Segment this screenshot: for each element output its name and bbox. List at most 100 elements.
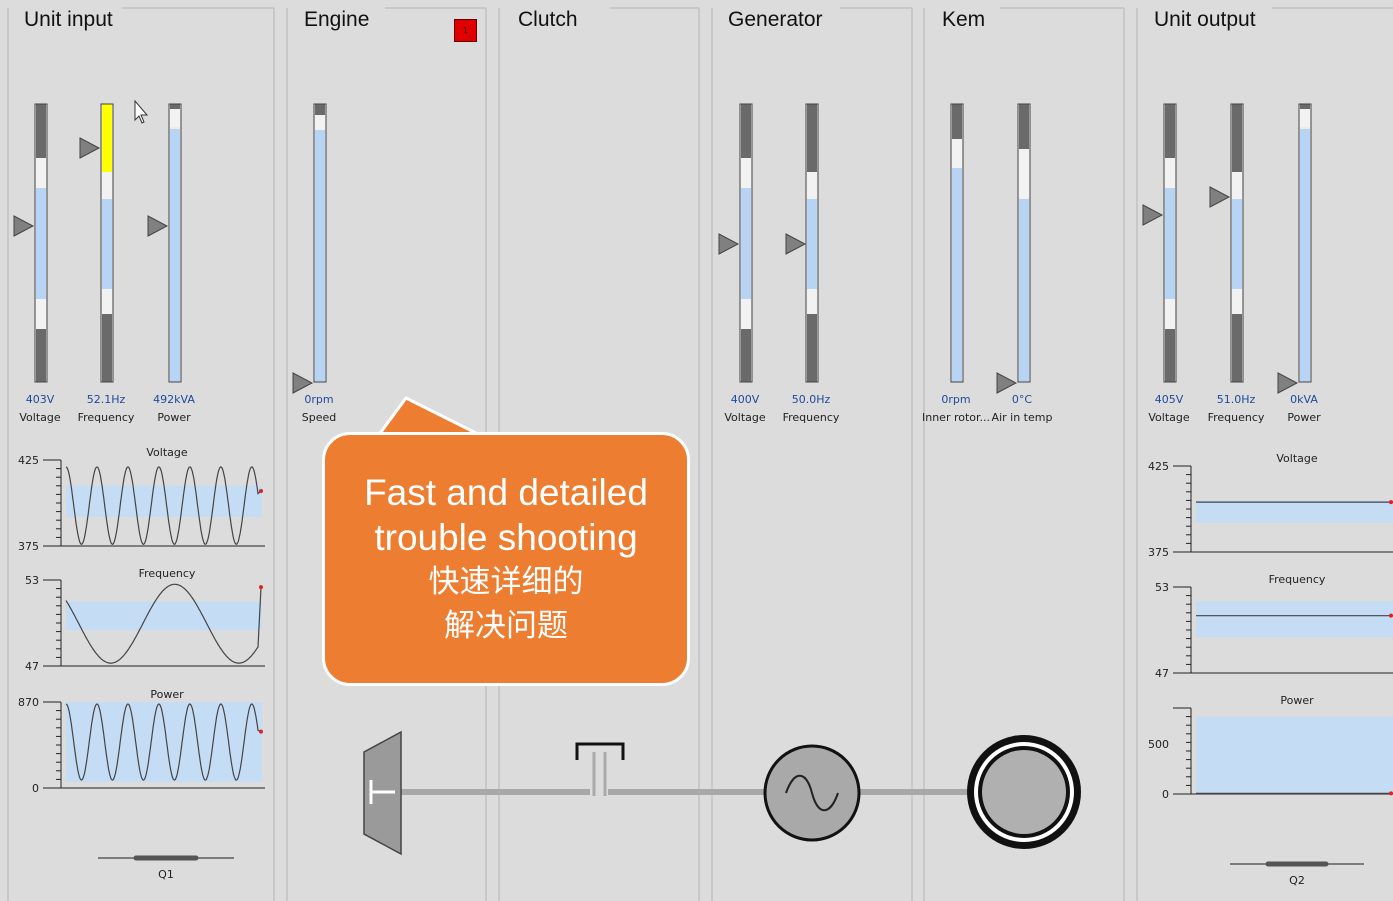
tick-label: 47 <box>25 660 39 673</box>
callout-line-4: 解决问题 <box>444 608 568 644</box>
gauge-zone <box>315 115 325 130</box>
gauge-zone <box>807 314 817 382</box>
current-value-marker <box>259 729 263 734</box>
bar-gauge-frequency <box>785 103 819 383</box>
panel-title-kem: Kem <box>942 8 985 31</box>
gauge-label: Speed <box>302 411 336 424</box>
bar-gauge-speed <box>292 103 327 394</box>
setpoint-marker-icon <box>292 372 314 394</box>
panel-title-generator: Generator <box>728 8 823 31</box>
panel-title-engine: Engine <box>304 8 369 31</box>
gauge-zone <box>741 299 751 329</box>
bar-gauge-power <box>147 103 182 383</box>
gauge-zone <box>807 172 817 199</box>
bar-gauge-frequency <box>79 103 114 383</box>
gauge-value: 400V <box>731 393 760 406</box>
tolerance-band <box>66 601 262 631</box>
current-value-marker <box>1389 791 1393 796</box>
gauge-zone <box>952 104 962 139</box>
callout-tail <box>376 396 484 438</box>
callout-line-3: 快速详细的 <box>428 564 584 600</box>
tick-label: 425 <box>1148 460 1169 473</box>
gauge-value: 0rpm <box>941 393 970 406</box>
gauge-zone <box>1232 314 1242 382</box>
gauge-label: Inner rotor... <box>922 411 990 424</box>
gauge-fill <box>1300 129 1310 382</box>
breaker-q1[interactable]: Q1 <box>98 855 234 881</box>
gauges <box>13 103 1312 394</box>
gauge-captions: 403V Voltage 52.1Hz Frequency 492kVA Pow… <box>19 393 1321 424</box>
gauge-label: Power <box>157 411 191 424</box>
gauge-zone <box>807 289 817 314</box>
setpoint-marker-icon <box>147 215 169 237</box>
gauge-zone <box>807 104 817 172</box>
clutch-symbol-icon[interactable] <box>575 742 625 796</box>
gauge-value: 50.0Hz <box>792 393 831 406</box>
current-value-marker <box>1389 613 1393 618</box>
trend-chart-power <box>43 701 265 789</box>
trend-chart-frequency <box>1173 586 1393 674</box>
chart-title: Frequency <box>139 567 196 580</box>
gauge-zone <box>1165 104 1175 158</box>
gauge-value: 0°C <box>1012 393 1032 406</box>
kem-motor-symbol-icon[interactable] <box>967 735 1081 849</box>
setpoint-marker-icon <box>13 215 35 237</box>
setpoint-marker-icon <box>1142 204 1164 226</box>
breaker-label: Q1 <box>158 868 174 881</box>
panel-title-unit-input: Unit input <box>24 8 113 31</box>
gauge-value: 51.0Hz <box>1217 393 1256 406</box>
bar-gauge-voltage <box>13 103 48 383</box>
bar-gauge-air-in-temp <box>996 103 1031 394</box>
tick-label: 425 <box>18 454 39 467</box>
gauge-zone <box>741 329 751 382</box>
generator-symbol-icon[interactable] <box>763 744 861 842</box>
bar-gauge-voltage <box>1142 103 1177 383</box>
setpoint-marker-icon <box>79 137 101 159</box>
gauge-zone <box>1165 299 1175 329</box>
gauge-zone <box>741 104 751 158</box>
tick-label: 375 <box>1148 546 1169 559</box>
gauge-fill <box>170 129 180 382</box>
gauge-zone <box>1019 104 1029 149</box>
gauge-label: Voltage <box>19 411 60 424</box>
bar-gauge-voltage <box>718 103 753 383</box>
gauge-zone <box>1232 289 1242 314</box>
chart-title: Voltage <box>1276 452 1317 465</box>
tolerance-band <box>1196 716 1393 793</box>
trend-chart-power <box>1173 707 1393 796</box>
breaker-q2[interactable]: Q2 <box>1230 861 1364 887</box>
current-value-marker <box>1389 500 1393 505</box>
gauge-zone <box>102 314 112 382</box>
chart-title: Power <box>1280 694 1314 707</box>
tick-label: 375 <box>18 540 39 553</box>
gauge-label: Air in temp <box>992 411 1053 424</box>
gauge-label: Voltage <box>724 411 765 424</box>
gauge-zone <box>1232 104 1242 172</box>
engine-symbol-icon[interactable] <box>363 730 402 856</box>
tick-label: 500 <box>1148 738 1169 751</box>
gauge-zone <box>1019 149 1029 199</box>
engine-alarm-indicator[interactable]: 1 <box>454 19 477 42</box>
tick-label: 53 <box>1155 581 1169 594</box>
gauge-fill <box>1019 198 1029 382</box>
tick-label: 870 <box>18 696 39 709</box>
gauge-value: 0rpm <box>304 393 333 406</box>
gauge-value: 492kVA <box>153 393 195 406</box>
gauge-fill <box>315 129 325 382</box>
trend-charts <box>43 459 1393 796</box>
tolerance-band <box>1196 500 1393 523</box>
panel-title-clutch: Clutch <box>518 8 578 31</box>
gauge-zone <box>315 104 325 115</box>
process-overview: Unit input Engine Clutch Generator Kem U… <box>7 7 1393 901</box>
tick-label: 0 <box>1162 788 1169 801</box>
chart-title: Power <box>150 688 184 701</box>
callout-line-2: trouble shooting <box>374 517 638 558</box>
gauge-value: 0kVA <box>1290 393 1318 406</box>
gauge-zone <box>102 172 112 199</box>
panel-title-unit-output: Unit output <box>1154 8 1256 31</box>
callout-line-1: Fast and detailed <box>364 472 648 513</box>
tick-label: 53 <box>25 574 39 587</box>
gauge-label: Frequency <box>783 411 840 424</box>
gauge-zone <box>102 289 112 314</box>
current-value-marker <box>259 488 263 493</box>
